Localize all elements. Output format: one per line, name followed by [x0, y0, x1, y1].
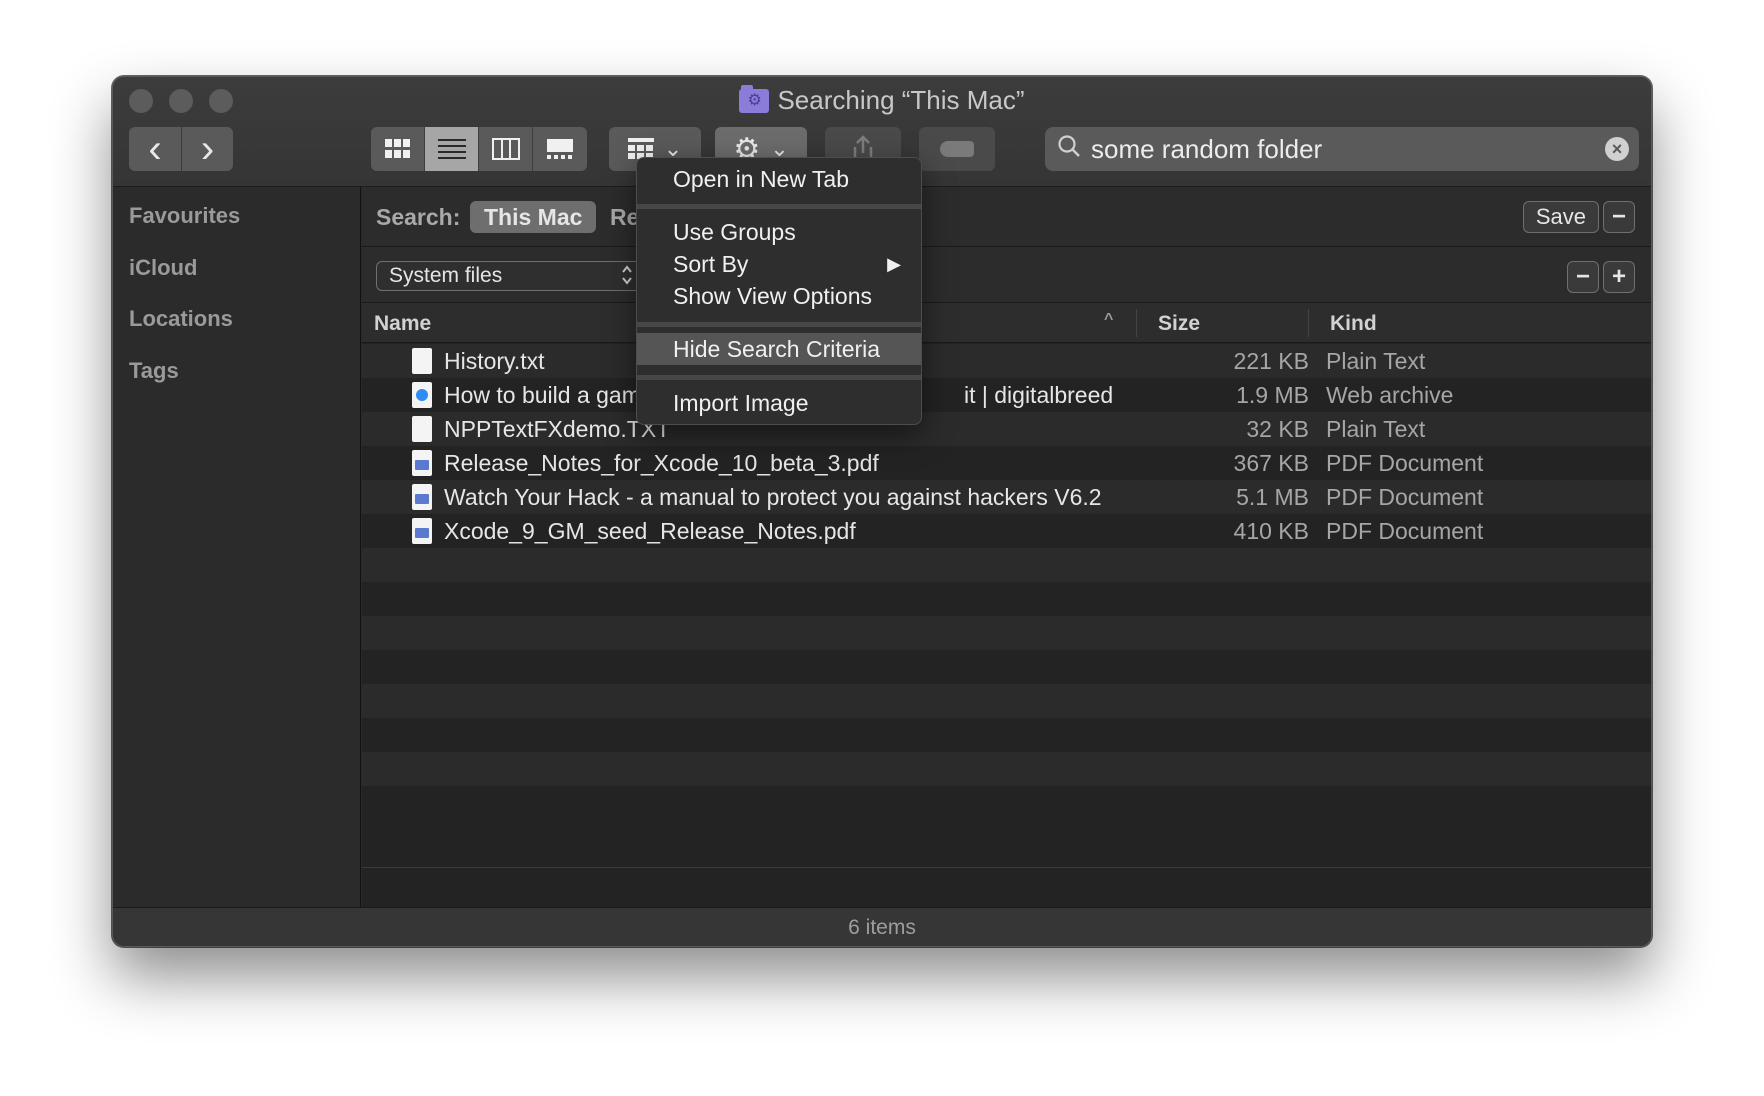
file-kind: PDF Document	[1326, 450, 1484, 476]
web-archive-icon	[412, 382, 432, 408]
save-search-button[interactable]: Save	[1522, 201, 1599, 233]
menu-item-import-image[interactable]: Import Image	[637, 387, 921, 419]
items-count: 6 items	[848, 916, 916, 939]
file-kind: Plain Text	[1326, 348, 1426, 374]
main-content: Search: This Mac Recen Save − System fil…	[362, 187, 1651, 907]
column-headers: Name ^ Size Kind	[362, 303, 1651, 343]
search-field[interactable]: ×	[1045, 127, 1639, 171]
search-criteria-row: System files a − +	[362, 247, 1651, 303]
menu-item-hide-search-criteria[interactable]: Hide Search Criteria	[637, 333, 921, 365]
clear-search-icon[interactable]: ×	[1605, 137, 1629, 161]
back-button[interactable]: ‹	[129, 127, 181, 171]
remove-scope-button[interactable]: −	[1603, 201, 1635, 233]
column-divider[interactable]	[1308, 309, 1309, 337]
sort-ascending-icon: ^	[1104, 311, 1114, 328]
sidebar-section-favourites[interactable]: Favourites	[129, 203, 240, 229]
column-header-size[interactable]: Size	[1158, 312, 1200, 336]
pdf-file-icon	[412, 518, 432, 544]
gallery-view-button[interactable]	[533, 127, 587, 171]
empty-row	[362, 718, 1651, 752]
file-size: 221 KB	[1233, 348, 1309, 374]
navigation-buttons: ‹ ›	[129, 127, 233, 171]
file-size: 1.9 MB	[1236, 382, 1309, 408]
empty-row	[362, 650, 1651, 684]
sidebar-section-icloud[interactable]: iCloud	[129, 255, 197, 281]
tags-button[interactable]	[919, 127, 995, 171]
list-icon	[437, 139, 466, 159]
grid-icon	[384, 139, 410, 158]
file-size: 5.1 MB	[1236, 484, 1309, 510]
column-header-name[interactable]: Name	[374, 312, 431, 336]
file-size: 410 KB	[1233, 518, 1309, 544]
chevron-right-icon: ›	[200, 127, 215, 171]
search-scope-bar: Search: This Mac Recen Save −	[362, 187, 1651, 247]
chevron-left-icon: ‹	[148, 127, 162, 171]
sidebar: Favourites iCloud Locations Tags	[113, 187, 361, 907]
table-row[interactable]: How to build a game lik it | digitalbree…	[362, 378, 1651, 412]
table-row[interactable]: Release_Notes_for_Xcode_10_beta_3.pdf 36…	[362, 446, 1651, 480]
file-kind: Web archive	[1326, 382, 1454, 408]
empty-row	[362, 616, 1651, 650]
columns-icon	[491, 138, 520, 160]
text-file-icon	[412, 416, 432, 442]
view-mode-control	[371, 127, 587, 171]
file-name: Release_Notes_for_Xcode_10_beta_3.pdf	[444, 450, 879, 476]
menu-separator	[637, 204, 921, 209]
menu-item-label: Sort By	[673, 251, 749, 277]
empty-row	[362, 752, 1651, 786]
list-divider	[362, 867, 1651, 868]
search-scope-label: Search:	[376, 204, 461, 230]
column-view-button[interactable]	[479, 127, 533, 171]
file-kind: Plain Text	[1326, 416, 1426, 442]
window-title: Searching “This Mac”	[113, 84, 1651, 116]
menu-item-use-groups[interactable]: Use Groups	[637, 216, 921, 248]
menu-item-show-view-options[interactable]: Show View Options	[637, 280, 921, 312]
search-icon	[1057, 134, 1087, 165]
window-title-text: Searching “This Mac”	[777, 85, 1025, 115]
menu-item-open-in-new-tab[interactable]: Open in New Tab	[637, 163, 921, 195]
icon-view-button[interactable]	[371, 127, 425, 171]
action-context-menu: Open in New Tab Use Groups Sort By ▶ Sho…	[636, 157, 922, 425]
sidebar-section-locations[interactable]: Locations	[129, 306, 233, 332]
file-size: 32 KB	[1246, 416, 1309, 442]
submenu-arrow-icon: ▶	[887, 254, 901, 274]
file-list: History.txt 221 KB Plain Text How to bui…	[362, 344, 1651, 786]
file-kind: PDF Document	[1326, 484, 1484, 510]
scope-this-mac-button[interactable]: This Mac	[470, 201, 597, 233]
list-view-button[interactable]	[425, 127, 479, 171]
menu-separator	[637, 322, 921, 327]
table-row[interactable]: Xcode_9_GM_seed_Release_Notes.pdf 410 KB…	[362, 514, 1651, 548]
sidebar-section-tags[interactable]: Tags	[129, 358, 179, 384]
empty-row	[362, 684, 1651, 718]
empty-row	[362, 582, 1651, 616]
criteria-attribute-select[interactable]: System files	[376, 261, 642, 291]
table-row[interactable]: NPPTextFXdemo.TXT 32 KB Plain Text	[362, 412, 1651, 446]
criteria-attribute-value: System files	[389, 264, 503, 287]
add-criteria-button[interactable]: +	[1603, 261, 1635, 293]
menu-item-sort-by[interactable]: Sort By ▶	[637, 248, 921, 280]
smart-folder-icon	[739, 84, 770, 113]
pdf-file-icon	[412, 484, 432, 510]
text-file-icon	[412, 348, 432, 374]
table-row[interactable]: History.txt 221 KB Plain Text	[362, 344, 1651, 378]
column-header-kind[interactable]: Kind	[1330, 312, 1377, 336]
file-name: History.txt	[444, 348, 545, 374]
file-kind: PDF Document	[1326, 518, 1484, 544]
gallery-icon	[547, 139, 573, 159]
empty-row	[362, 548, 1651, 582]
pdf-file-icon	[412, 450, 432, 476]
table-row[interactable]: Watch Your Hack - a manual to protect yo…	[362, 480, 1651, 514]
file-name: Xcode_9_GM_seed_Release_Notes.pdf	[444, 518, 856, 544]
status-bar: 6 items	[113, 907, 1651, 946]
search-input[interactable]	[1091, 133, 1581, 165]
remove-criteria-button[interactable]: −	[1567, 261, 1599, 293]
menu-separator	[637, 375, 921, 380]
column-divider[interactable]	[1136, 309, 1137, 337]
tag-icon	[940, 141, 974, 157]
file-size: 367 KB	[1233, 450, 1309, 476]
file-name: Watch Your Hack - a manual to protect yo…	[444, 484, 1102, 510]
forward-button[interactable]: ›	[181, 127, 233, 171]
file-name-tail: it | digitalbreed	[964, 382, 1114, 408]
updown-arrows-icon	[621, 262, 633, 298]
